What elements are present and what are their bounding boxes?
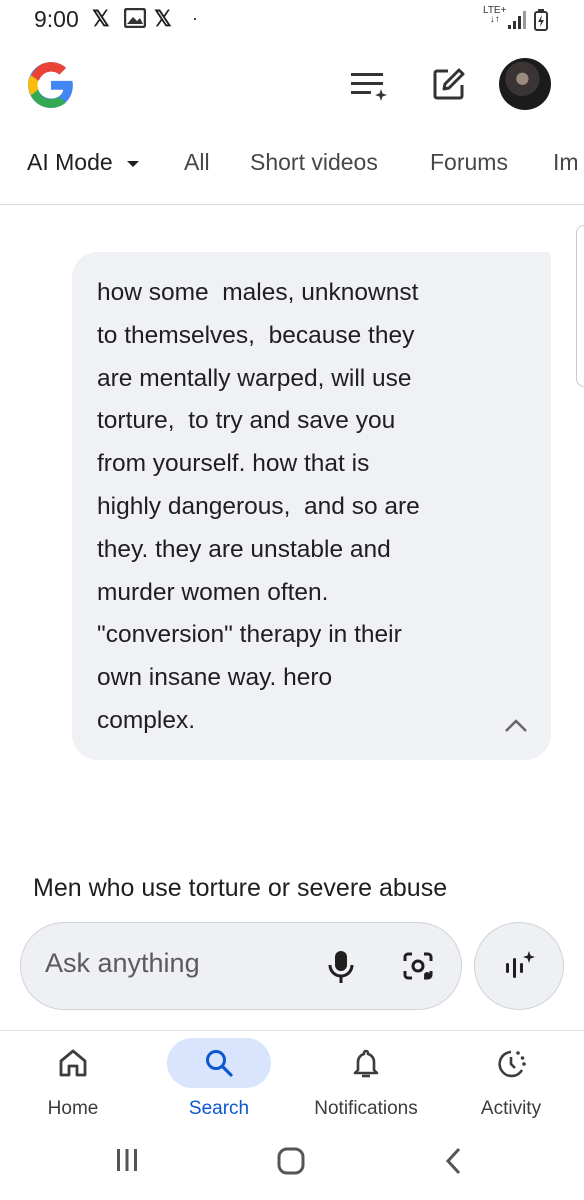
user-query-bubble: how some males, unknownst to themselves,… bbox=[72, 252, 551, 760]
camera-lens-icon[interactable] bbox=[401, 949, 435, 988]
ai-answer-text: Men who use torture or severe abuse bbox=[33, 874, 448, 902]
ai-voice-button[interactable] bbox=[474, 922, 564, 1010]
ask-bar bbox=[20, 922, 462, 1010]
chevron-down-icon bbox=[126, 160, 139, 167]
status-time: 9:00 bbox=[34, 6, 79, 32]
ask-input[interactable] bbox=[45, 948, 295, 979]
nav-home-label: Home bbox=[47, 1098, 99, 1119]
signal-icon bbox=[507, 10, 529, 35]
bell-icon bbox=[351, 1048, 381, 1085]
gallery-icon bbox=[123, 7, 147, 33]
back-button[interactable] bbox=[442, 1146, 466, 1181]
home-system-button[interactable] bbox=[276, 1146, 306, 1181]
search-mode-tabs: AI Mode All Short videos Forums Im bbox=[0, 140, 584, 205]
microphone-icon[interactable] bbox=[327, 949, 355, 990]
google-logo[interactable] bbox=[26, 60, 76, 115]
recent-apps-button[interactable] bbox=[114, 1146, 140, 1179]
nav-activity[interactable]: Activity bbox=[452, 1036, 570, 1126]
nav-home[interactable]: Home bbox=[14, 1036, 132, 1126]
tab-short-videos[interactable]: Short videos bbox=[250, 149, 378, 176]
home-icon bbox=[58, 1048, 88, 1083]
nav-notifications-label: Notifications bbox=[314, 1098, 418, 1119]
history-list-icon[interactable] bbox=[350, 70, 388, 107]
scroll-indicator[interactable] bbox=[576, 225, 584, 387]
network-label: LTE+ ↓↑ bbox=[483, 5, 507, 25]
nav-notifications[interactable]: Notifications bbox=[296, 1036, 436, 1126]
chevron-up-icon[interactable] bbox=[504, 718, 528, 739]
tab-all[interactable]: All bbox=[184, 149, 210, 176]
divider bbox=[0, 1030, 584, 1031]
activity-icon bbox=[494, 1048, 528, 1085]
new-chat-icon[interactable] bbox=[432, 67, 466, 106]
nav-search-label: Search bbox=[188, 1098, 250, 1119]
user-query-text: how some males, unknownst to themselves,… bbox=[97, 279, 420, 734]
more-dot-icon: · bbox=[192, 8, 198, 28]
status-bar: 9:00 𝕏 𝕏 · LTE+ ↓↑ bbox=[0, 0, 584, 40]
sparkle-bars-icon bbox=[506, 951, 535, 978]
x-app-icon: 𝕏 bbox=[154, 6, 172, 31]
tab-forums[interactable]: Forums bbox=[430, 149, 508, 176]
tab-ai-mode[interactable]: AI Mode bbox=[27, 149, 139, 176]
avatar[interactable] bbox=[499, 58, 551, 110]
x-app-icon: 𝕏 bbox=[92, 6, 110, 31]
nav-activity-label: Activity bbox=[480, 1098, 542, 1119]
tab-images[interactable]: Im bbox=[553, 149, 579, 176]
battery-icon bbox=[534, 9, 548, 36]
search-icon bbox=[204, 1048, 234, 1083]
nav-search[interactable]: Search bbox=[160, 1036, 278, 1126]
